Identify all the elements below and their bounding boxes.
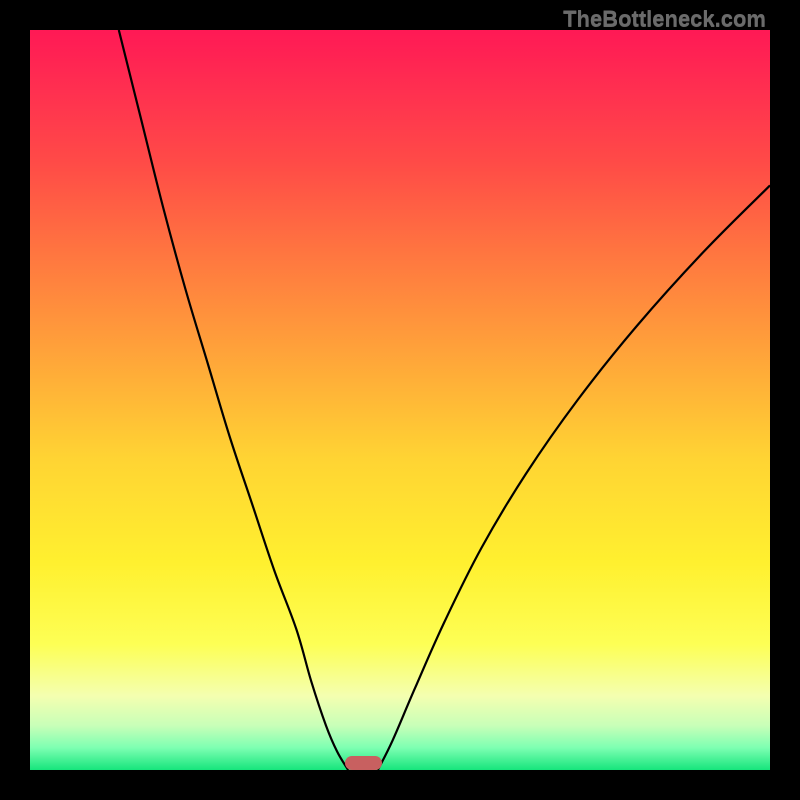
optimal-marker: [345, 756, 382, 770]
plot-area: [30, 30, 770, 770]
outer-frame: TheBottleneck.com: [0, 0, 800, 800]
curve-left-path: [119, 30, 348, 770]
curve-right-path: [378, 185, 770, 770]
watermark-text: TheBottleneck.com: [563, 6, 766, 32]
bottleneck-curve: [30, 30, 770, 770]
